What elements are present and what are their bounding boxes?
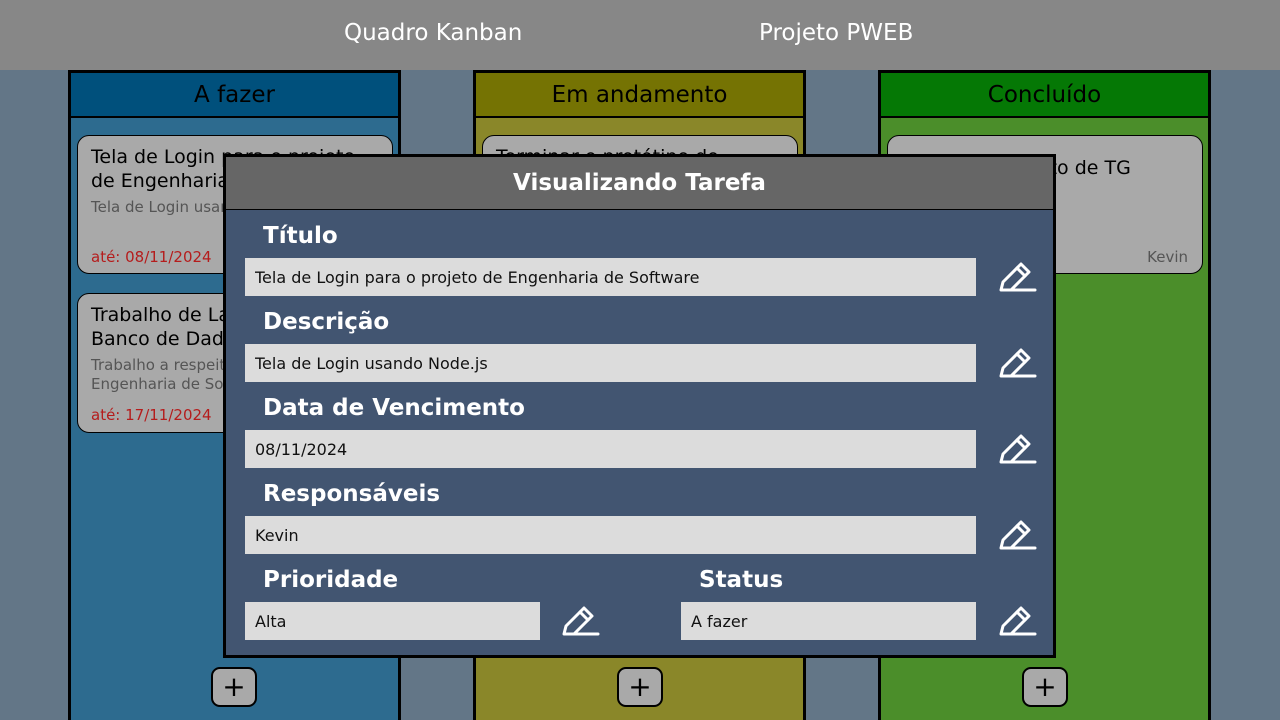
top-bar: Quadro Kanban Projeto PWEB bbox=[0, 0, 1280, 70]
add-task-button[interactable]: + bbox=[1022, 667, 1068, 707]
view-task-modal: Visualizando Tarefa Título Descrição Dat… bbox=[223, 154, 1056, 658]
pencil-icon[interactable] bbox=[997, 344, 1037, 384]
priority-field[interactable] bbox=[245, 602, 540, 640]
due-date-field[interactable] bbox=[245, 430, 976, 468]
pencil-icon[interactable] bbox=[997, 430, 1037, 470]
column-title: A fazer bbox=[71, 73, 398, 118]
due-date-label: Data de Vencimento bbox=[263, 395, 525, 421]
card-owner: Kevin bbox=[1147, 248, 1188, 266]
add-task-button[interactable]: + bbox=[211, 667, 257, 707]
card-due-date: até: 08/11/2024 bbox=[91, 248, 212, 266]
assignees-label: Responsáveis bbox=[263, 481, 441, 507]
card-due-date: até: 17/11/2024 bbox=[91, 406, 212, 424]
priority-label: Prioridade bbox=[263, 567, 399, 593]
title-label: Título bbox=[263, 223, 338, 249]
assignees-field[interactable] bbox=[245, 516, 976, 554]
description-field[interactable] bbox=[245, 344, 976, 382]
status-label: Status bbox=[699, 567, 784, 593]
pencil-icon[interactable] bbox=[560, 602, 600, 642]
project-title: Projeto PWEB bbox=[759, 20, 914, 46]
column-title: Em andamento bbox=[476, 73, 803, 118]
description-label: Descrição bbox=[263, 309, 390, 335]
modal-title: Visualizando Tarefa bbox=[226, 157, 1053, 210]
pencil-icon[interactable] bbox=[997, 516, 1037, 556]
pencil-icon[interactable] bbox=[997, 258, 1037, 298]
add-task-button[interactable]: + bbox=[617, 667, 663, 707]
board-title: Quadro Kanban bbox=[344, 20, 523, 46]
pencil-icon[interactable] bbox=[997, 602, 1037, 642]
title-field[interactable] bbox=[245, 258, 976, 296]
status-field[interactable] bbox=[681, 602, 976, 640]
column-title: Concluído bbox=[881, 73, 1208, 118]
